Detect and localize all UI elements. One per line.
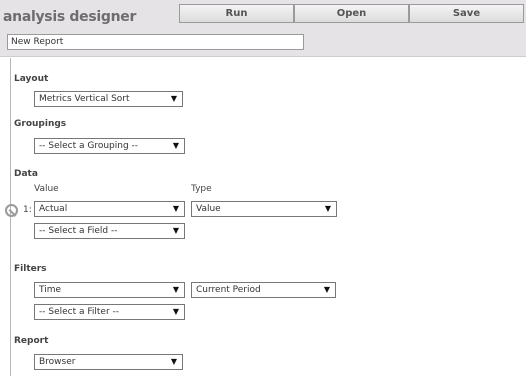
layout-select-value: Metrics Vertical Sort bbox=[39, 94, 130, 104]
app-title: analysis designer bbox=[3, 9, 137, 25]
no-symbol-icon[interactable] bbox=[5, 204, 18, 217]
filter-value-select-value: Current Period bbox=[196, 285, 261, 295]
report-name-input[interactable]: New Report bbox=[7, 34, 304, 50]
triangle-down-icon: ▼ bbox=[323, 285, 330, 294]
filter-value-select[interactable]: Current Period ▼ bbox=[191, 282, 336, 298]
data-type-select[interactable]: Value ▼ bbox=[191, 201, 337, 217]
triangle-down-icon: ▼ bbox=[172, 285, 179, 294]
add-field-select[interactable]: -- Select a Field -- ▼ bbox=[34, 223, 185, 239]
add-field-select-value: -- Select a Field -- bbox=[39, 226, 118, 236]
data-type-select-value: Value bbox=[196, 204, 221, 214]
data-label: Data bbox=[14, 169, 38, 179]
report-output-select-value: Browser bbox=[39, 357, 76, 367]
data-value-select[interactable]: Actual ▼ bbox=[34, 201, 185, 217]
report-output-select[interactable]: Browser ▼ bbox=[34, 354, 183, 370]
filter-field-select[interactable]: Time ▼ bbox=[34, 282, 185, 298]
layout-select[interactable]: Metrics Vertical Sort ▼ bbox=[34, 91, 183, 107]
filters-label: Filters bbox=[14, 264, 47, 274]
value-column-header: Value bbox=[34, 184, 59, 194]
grouping-select[interactable]: -- Select a Grouping -- ▼ bbox=[34, 138, 185, 154]
header-bar: analysis designer Run Open Save New Repo… bbox=[0, 0, 526, 57]
grouping-select-value: -- Select a Grouping -- bbox=[39, 141, 139, 151]
add-filter-select-value: -- Select a Filter -- bbox=[39, 307, 120, 317]
triangle-down-icon: ▼ bbox=[170, 357, 177, 366]
triangle-down-icon: ▼ bbox=[172, 307, 179, 316]
data-row-index: 1: bbox=[23, 205, 32, 215]
panel-divider bbox=[10, 58, 11, 376]
triangle-down-icon: ▼ bbox=[324, 204, 331, 213]
triangle-down-icon: ▼ bbox=[172, 226, 179, 235]
triangle-down-icon: ▼ bbox=[172, 141, 179, 150]
data-value-select-value: Actual bbox=[39, 204, 68, 214]
groupings-label: Groupings bbox=[14, 119, 67, 129]
save-button[interactable]: Save bbox=[409, 4, 524, 23]
triangle-down-icon: ▼ bbox=[170, 94, 177, 103]
triangle-down-icon: ▼ bbox=[172, 204, 179, 213]
type-column-header: Type bbox=[191, 184, 212, 194]
open-button[interactable]: Open bbox=[294, 4, 409, 23]
run-button[interactable]: Run bbox=[179, 4, 294, 23]
layout-label: Layout bbox=[14, 74, 49, 84]
add-filter-select[interactable]: -- Select a Filter -- ▼ bbox=[34, 304, 185, 320]
filter-field-select-value: Time bbox=[39, 285, 62, 295]
report-label: Report bbox=[14, 336, 49, 346]
